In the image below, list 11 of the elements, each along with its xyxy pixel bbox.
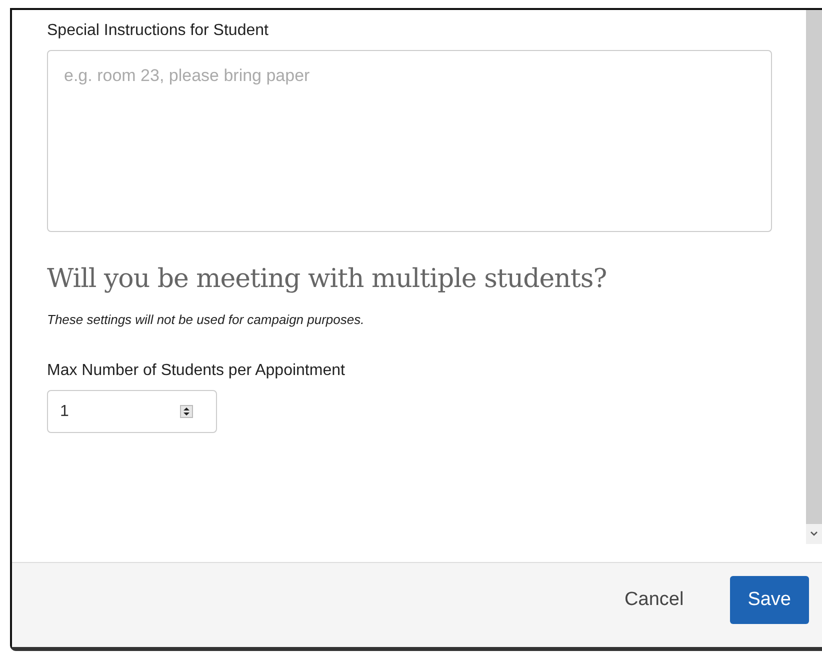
spinner-icon[interactable] (180, 405, 193, 418)
note-text: These settings will not be used for campaign purposes. (47, 312, 366, 327)
instructions-field[interactable]: e.g. room 23, please bring paper (47, 50, 772, 232)
section-heading: Will you be meeting with multiple students? (47, 264, 608, 294)
cancel-button[interactable]: Cancel (606, 576, 702, 624)
field-label: Special Instructions for Student (47, 22, 270, 40)
chevron-down-icon[interactable] (810, 531, 818, 537)
scrollbar[interactable] (806, 10, 822, 544)
save-button[interactable]: Save (730, 576, 809, 624)
number-field[interactable]: 1 (47, 390, 217, 433)
field-label: Max Number of Students per Appointment (47, 362, 346, 380)
